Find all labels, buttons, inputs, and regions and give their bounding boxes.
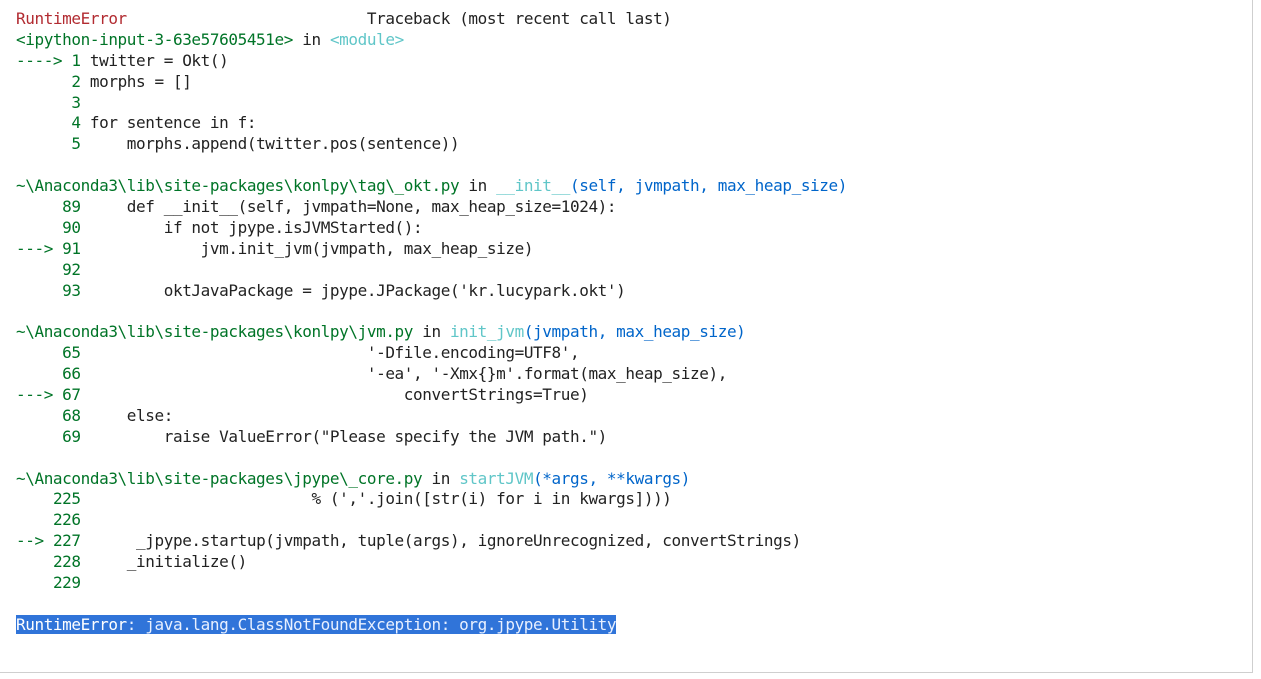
code-line: 65 '-Dfile.encoding=UTF8', <box>62 343 580 363</box>
output-area: RuntimeError Traceback (most recent call… <box>0 0 1253 673</box>
frame-args: (*args, **kwargs) <box>533 468 691 488</box>
code-line: 92 <box>62 259 81 279</box>
frame-file: <ipython-input-3-63e57605451e> <box>16 29 293 49</box>
final-error-line[interactable]: RuntimeError: java.lang.ClassNotFoundExc… <box>16 614 847 636</box>
final-error-name: RuntimeError <box>16 614 127 634</box>
traceback-output: RuntimeError Traceback (most recent call… <box>16 9 847 636</box>
code-line: 228 _initialize() <box>52 552 247 572</box>
code-line: 4 for sentence in f: <box>71 113 257 133</box>
code-line: 66 '-ea', '-Xmx{}m'.format(max_heap_size… <box>62 364 727 384</box>
traceback-header: RuntimeError Traceback (most recent call… <box>16 9 847 30</box>
frame-func: <module> <box>329 29 404 49</box>
code-line: 68 else: <box>62 405 173 425</box>
code-line: --> 227 _jpype.startup(jvmpath, tuple(ar… <box>16 531 801 551</box>
frame-file: ~\Anaconda3\lib\site-packages\jpype\_cor… <box>16 468 423 488</box>
code-line: ----> 1 twitter = Okt() <box>16 50 229 70</box>
code-line: 2 morphs = [] <box>71 71 192 91</box>
code-line: 225 % (','.join([str(i) for i in kwargs]… <box>52 489 672 509</box>
selected-error-text[interactable]: RuntimeError: java.lang.ClassNotFoundExc… <box>16 614 617 634</box>
code-line: ---> 67 convertStrings=True) <box>16 385 589 405</box>
frame-header: ~\Anaconda3\lib\site-packages\konlpy\tag… <box>16 176 847 196</box>
frame-func: startJVM <box>459 468 534 488</box>
frame-func: __init__ <box>496 176 570 196</box>
code-line: 226 <box>52 510 81 530</box>
frame-args: (self, jvmpath, max_heap_size) <box>570 176 847 196</box>
code-line: 229 <box>52 573 81 593</box>
code-line: 93 oktJavaPackage = jpype.JPackage('kr.l… <box>62 280 626 300</box>
final-error-message: : java.lang.ClassNotFoundException: org.… <box>126 614 617 634</box>
code-line: 3 <box>71 92 81 112</box>
frame-header: ~\Anaconda3\lib\site-packages\jpype\_cor… <box>16 468 691 488</box>
frame-file: ~\Anaconda3\lib\site-packages\konlpy\jvm… <box>16 322 414 342</box>
code-line: 90 if not jpype.isJVMStarted(): <box>62 217 423 237</box>
error-name: RuntimeError <box>16 9 127 28</box>
traceback-title: Traceback (most recent call last) <box>366 9 672 28</box>
frame-func: init_jvm <box>449 322 524 342</box>
frame-file: ~\Anaconda3\lib\site-packages\konlpy\tag… <box>16 176 460 196</box>
code-line: 69 raise ValueError("Please specify the … <box>62 426 607 446</box>
code-line: 89 def __init__(self, jvmpath=None, max_… <box>62 197 617 217</box>
frame-args: (jvmpath, max_heap_size) <box>523 322 746 342</box>
code-line: 5 morphs.append(twitter.pos(sentence)) <box>71 134 460 154</box>
frame-header: <ipython-input-3-63e57605451e> in <modul… <box>16 29 404 49</box>
code-line: ---> 91 jvm.init_jvm(jvmpath, max_heap_s… <box>16 238 534 258</box>
frame-header: ~\Anaconda3\lib\site-packages\konlpy\jvm… <box>16 322 746 342</box>
